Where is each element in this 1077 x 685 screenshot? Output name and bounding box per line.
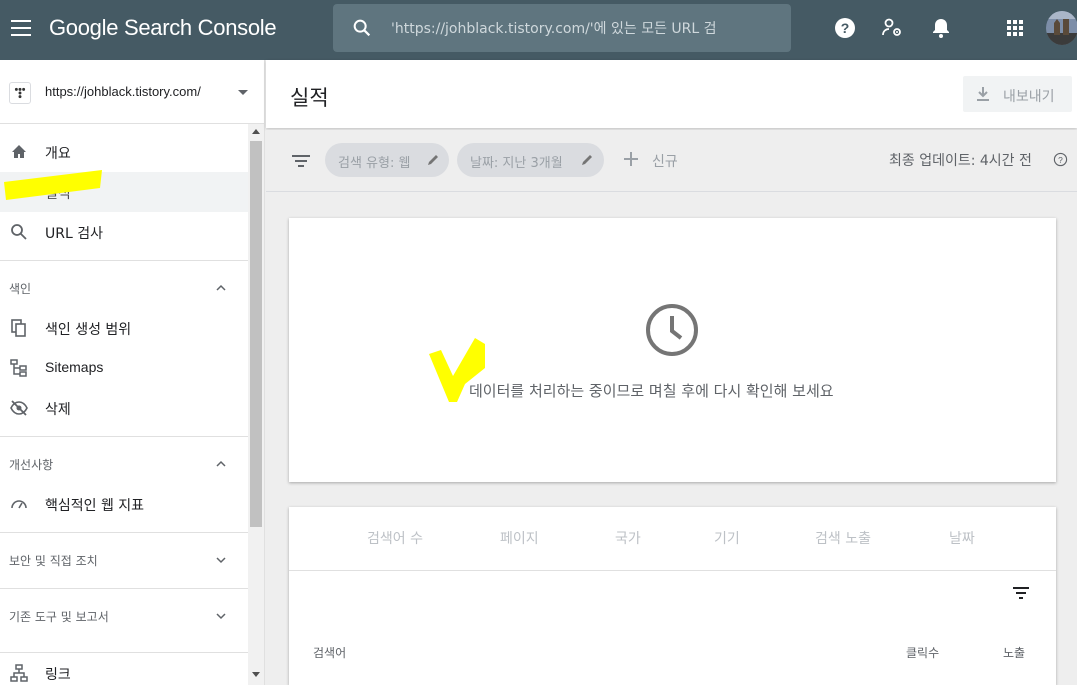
sidebar-item-label: 개요 xyxy=(45,146,71,162)
table-filter-icon[interactable] xyxy=(1011,584,1031,602)
sidebar-scrollbar[interactable] xyxy=(248,124,264,685)
queries-table-card: 검색어 수 페이지 국가 기기 검색 노출 날짜 검색어 클릭수 노출 xyxy=(289,507,1056,685)
processing-message: 데이터를 처리하는 중이므로 며칠 후에 다시 확인해 보세요 xyxy=(469,382,834,400)
column-header-clicks[interactable]: 클릭수 xyxy=(906,644,939,661)
chip-label: 검색 유형: 웹 xyxy=(338,156,411,171)
trending-up-icon xyxy=(10,187,27,198)
section-security-manual-actions[interactable]: 보안 및 직접 조치 xyxy=(0,532,248,588)
help-outline-icon[interactable]: ? xyxy=(1053,152,1068,167)
apps-grid-icon[interactable] xyxy=(1003,16,1027,40)
tab-search-appearance[interactable]: 검색 노출 xyxy=(815,528,871,548)
scroll-up-arrow-icon[interactable] xyxy=(252,129,260,134)
tab-devices[interactable]: 기기 xyxy=(714,528,740,548)
section-label: 색인 xyxy=(9,282,32,296)
chevron-up-icon xyxy=(216,284,226,291)
chevron-up-icon xyxy=(216,460,226,467)
edit-pencil-icon[interactable] xyxy=(580,153,594,167)
tab-pages[interactable]: 페이지 xyxy=(500,528,539,548)
scroll-down-arrow-icon[interactable] xyxy=(252,672,260,677)
sidebar-item-label: Sitemaps xyxy=(45,359,104,375)
column-header-query[interactable]: 검색어 xyxy=(313,644,346,661)
sidebar-item-label: 실적 xyxy=(45,186,71,202)
tab-queries[interactable]: 검색어 수 xyxy=(367,528,423,548)
sidebar-item-removals[interactable]: 삭제 xyxy=(0,388,248,428)
search-icon[interactable] xyxy=(351,17,373,39)
tab-dates[interactable]: 날짜 xyxy=(949,528,975,548)
notifications-icon[interactable] xyxy=(929,16,953,40)
sidebar-item-overview[interactable]: 개요 xyxy=(0,132,248,172)
sidebar-item-sitemaps[interactable]: Sitemaps xyxy=(0,348,248,388)
sidebar-item-url-inspection[interactable]: URL 검사 xyxy=(0,212,248,252)
sidebar-item-label: 핵심적인 웹 지표 xyxy=(45,498,145,514)
sidebar: https://johblack.tistory.com/ 개요 실적 URL … xyxy=(0,60,265,685)
section-label: 기존 도구 및 보고서 xyxy=(9,610,109,624)
links-icon xyxy=(10,664,28,682)
search-input[interactable] xyxy=(391,18,771,40)
top-app-bar: Google Search Console ? xyxy=(0,0,1077,60)
scrollbar-thumb[interactable] xyxy=(250,141,262,527)
sidebar-item-links[interactable]: 링크 xyxy=(0,652,248,685)
clock-icon xyxy=(646,304,698,356)
svg-text:?: ? xyxy=(1058,155,1063,165)
dimension-tabs: 검색어 수 페이지 국가 기기 검색 노출 날짜 xyxy=(289,507,1056,571)
section-label: 개선사항 xyxy=(9,458,54,472)
visibility-off-icon xyxy=(10,400,28,416)
edit-pencil-icon[interactable] xyxy=(426,153,440,167)
performance-chart-card: 데이터를 처리하는 중이므로 며칠 후에 다시 확인해 보세요 xyxy=(289,218,1056,482)
plus-icon xyxy=(624,152,638,166)
section-label: 보안 및 직접 조치 xyxy=(9,554,98,568)
sidebar-item-performance[interactable]: 실적 xyxy=(0,172,248,212)
filter-chip-date[interactable]: 날짜: 지난 3개월 xyxy=(457,143,604,177)
sitemap-icon xyxy=(10,359,27,377)
hamburger-menu-icon[interactable] xyxy=(11,20,31,36)
property-selector[interactable]: https://johblack.tistory.com/ xyxy=(0,60,264,124)
speed-gauge-icon xyxy=(11,500,27,509)
export-label: 내보내기 xyxy=(1003,89,1055,105)
home-icon xyxy=(12,145,26,158)
filter-chip-search-type[interactable]: 검색 유형: 웹 xyxy=(325,143,449,177)
sidebar-item-label: 삭제 xyxy=(45,402,71,418)
svg-text:?: ? xyxy=(841,20,850,36)
last-updated-text: 최종 업데이트: 4시간 전 xyxy=(889,153,1032,169)
section-legacy-tools[interactable]: 기존 도구 및 보고서 xyxy=(0,588,248,644)
tab-countries[interactable]: 국가 xyxy=(615,528,641,548)
admin-settings-icon[interactable] xyxy=(880,16,904,40)
chevron-down-icon xyxy=(216,613,226,620)
filter-icon[interactable] xyxy=(290,151,312,171)
sidebar-item-label: 색인 생성 범위 xyxy=(45,322,132,338)
add-filter-button[interactable]: 신규 xyxy=(622,148,692,174)
property-url: https://johblack.tistory.com/ xyxy=(45,84,201,99)
help-icon[interactable]: ? xyxy=(833,16,857,40)
sidebar-item-coverage[interactable]: 색인 생성 범위 xyxy=(0,308,248,348)
chip-label: 날짜: 지난 3개월 xyxy=(470,156,563,171)
sidebar-item-label: URL 검사 xyxy=(45,226,103,242)
search-icon xyxy=(11,224,27,240)
page-title: 실적 xyxy=(290,86,329,110)
dropdown-caret-icon[interactable] xyxy=(238,90,248,95)
download-icon xyxy=(977,87,989,101)
file-copy-icon xyxy=(11,319,26,337)
filter-bar: 검색 유형: 웹 날짜: 지난 3개월 신규 최종 업데이트: 4시간 전 ? xyxy=(266,130,1077,192)
export-button[interactable]: 내보내기 xyxy=(963,76,1072,112)
page-header: 실적 내보내기 xyxy=(266,60,1077,128)
app-title[interactable]: Google Search Console xyxy=(49,15,277,41)
search-box[interactable] xyxy=(333,4,791,52)
chevron-down-icon xyxy=(216,557,226,564)
add-filter-label: 신규 xyxy=(652,154,678,170)
sidebar-item-label: 링크 xyxy=(45,667,71,683)
account-avatar[interactable] xyxy=(1046,11,1077,45)
tistory-favicon-icon xyxy=(9,82,31,104)
column-header-impressions[interactable]: 노출 xyxy=(1003,644,1025,661)
sidebar-item-core-web-vitals[interactable]: 핵심적인 웹 지표 xyxy=(0,484,248,524)
